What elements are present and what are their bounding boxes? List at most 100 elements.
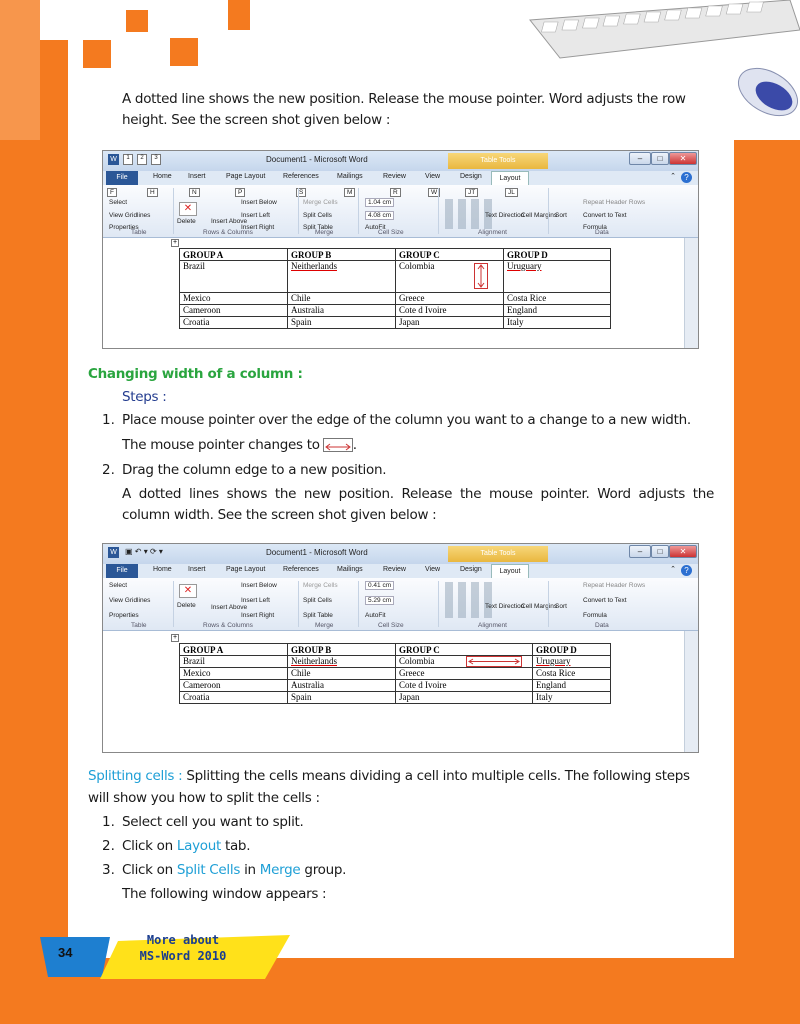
sort-button[interactable]: Sort xyxy=(555,212,567,219)
insert-below-button[interactable]: Insert Below xyxy=(241,582,277,589)
caret-up-icon[interactable]: ⌃ xyxy=(670,172,676,180)
minimize-button[interactable]: – xyxy=(629,545,651,558)
table-cell: Italy xyxy=(503,316,611,329)
tab-review[interactable]: Review xyxy=(383,566,406,573)
help-icon[interactable]: ? xyxy=(681,565,692,576)
group-separator xyxy=(438,581,439,627)
alignment-grid-icon[interactable] xyxy=(445,582,495,618)
table-header: GROUP D xyxy=(503,248,611,261)
word-app-icon: W xyxy=(108,547,119,558)
split-cells-button[interactable]: Split Cells xyxy=(303,597,332,604)
table-move-handle-icon[interactable]: + xyxy=(171,239,179,247)
convert-to-text-button[interactable]: Convert to Text xyxy=(583,597,627,604)
cell-margins-button[interactable]: Cell Margins xyxy=(521,603,557,610)
delete-button[interactable]: Delete xyxy=(177,602,196,609)
sort-button[interactable]: Sort xyxy=(555,603,567,610)
tab-file[interactable]: File xyxy=(106,564,138,578)
table-cell: Croatia xyxy=(179,691,288,704)
table-cell: Costa Rice xyxy=(532,667,611,680)
group-label-data: Data xyxy=(595,622,609,629)
table-cell: Neitherlands xyxy=(287,260,396,293)
tab-view[interactable]: View xyxy=(425,566,440,573)
table-cell: England xyxy=(532,679,611,692)
tab-mailings[interactable]: Mailings xyxy=(337,566,363,573)
merge-cells-button[interactable]: Merge Cells xyxy=(303,582,338,589)
paragraph-line: will show you how to split the cells : xyxy=(88,790,320,806)
caret-up-icon[interactable]: ⌃ xyxy=(670,565,676,573)
group-separator xyxy=(358,188,359,234)
ribbon-tabs: File Home Insert Page Layout References … xyxy=(103,171,698,185)
close-button[interactable]: ✕ xyxy=(669,152,697,165)
step-number: 1. xyxy=(102,412,115,428)
tab-design[interactable]: Design xyxy=(460,566,482,573)
column-width-input[interactable]: 4.08 cm xyxy=(365,211,395,220)
maximize-button[interactable]: □ xyxy=(651,545,669,558)
properties-button[interactable]: Properties xyxy=(109,612,139,619)
decor-square xyxy=(126,10,148,32)
maximize-button[interactable]: □ xyxy=(651,152,669,165)
cell-margins-button[interactable]: Cell Margins xyxy=(521,212,557,219)
view-gridlines-button[interactable]: View Gridlines xyxy=(109,597,150,604)
keytip-p: P xyxy=(235,188,246,197)
delete-button[interactable]: Delete xyxy=(177,218,196,225)
tab-home[interactable]: Home xyxy=(153,566,172,573)
tab-design[interactable]: Design xyxy=(460,173,482,180)
help-icon[interactable]: ? xyxy=(681,172,692,183)
table-move-handle-icon[interactable]: + xyxy=(171,634,179,642)
autofit-button[interactable]: AutoFit xyxy=(365,612,386,619)
keytip-h: H xyxy=(147,188,158,197)
vertical-scrollbar[interactable] xyxy=(684,238,698,348)
tab-page-layout[interactable]: Page Layout xyxy=(226,566,265,573)
tab-insert[interactable]: Insert xyxy=(188,566,206,573)
table-cell: Japan xyxy=(395,316,504,329)
group-separator xyxy=(358,581,359,627)
tab-page-layout[interactable]: Page Layout xyxy=(226,173,265,180)
minimize-button[interactable]: – xyxy=(629,152,651,165)
title-bar: W 1 2 3 Document1 - Microsoft Word Table… xyxy=(103,151,698,171)
text-direction-button[interactable]: Text Direction xyxy=(485,603,524,610)
formula-button[interactable]: Formula xyxy=(583,612,607,619)
table-cell: Neitherlands xyxy=(287,655,396,668)
table-header: GROUP B xyxy=(287,643,396,656)
step-number: 2. xyxy=(102,462,115,478)
select-button[interactable]: Select xyxy=(109,582,127,589)
split-table-button[interactable]: Split Table xyxy=(303,612,333,619)
group-separator xyxy=(173,581,174,627)
tab-references[interactable]: References xyxy=(283,173,319,180)
tab-mailings[interactable]: Mailings xyxy=(337,173,363,180)
ribbon-layout: Select View Gridlines Properties Table ✕… xyxy=(103,578,698,631)
quick-access-save-icon[interactable]: ▣ ↶ ▾ ⟳ ▾ xyxy=(125,547,163,556)
vertical-scrollbar[interactable] xyxy=(684,631,698,752)
tab-home[interactable]: Home xyxy=(153,173,172,180)
select-button[interactable]: Select xyxy=(109,199,127,206)
insert-below-button[interactable]: Insert Below xyxy=(241,199,277,206)
tab-review[interactable]: Review xyxy=(383,173,406,180)
row-height-input[interactable]: 0.41 cm xyxy=(365,581,395,590)
table-tools-label: Table Tools xyxy=(448,546,548,562)
table-cell: Uruguary xyxy=(503,260,611,293)
merge-cells-button[interactable]: Merge Cells xyxy=(303,199,338,206)
tab-layout[interactable]: Layout xyxy=(491,564,529,578)
text-direction-button[interactable]: Text Direction xyxy=(485,212,524,219)
insert-left-button[interactable]: Insert Left xyxy=(241,597,270,604)
insert-above-button[interactable]: Insert Above xyxy=(211,604,247,611)
view-gridlines-button[interactable]: View Gridlines xyxy=(109,212,150,219)
tab-view[interactable]: View xyxy=(425,173,440,180)
tab-insert[interactable]: Insert xyxy=(188,173,206,180)
column-width-input[interactable]: 5.29 cm xyxy=(365,596,395,605)
repeat-header-rows-button[interactable]: Repeat Header Rows xyxy=(583,199,645,206)
tab-references[interactable]: References xyxy=(283,566,319,573)
tab-file[interactable]: File xyxy=(106,171,138,185)
table-header: GROUP A xyxy=(179,248,288,261)
title-bar: W ▣ ↶ ▾ ⟳ ▾ Document1 - Microsoft Word T… xyxy=(103,544,698,564)
tab-layout[interactable]: Layout xyxy=(491,171,529,185)
split-cells-button[interactable]: Split Cells xyxy=(303,212,332,219)
convert-to-text-button[interactable]: Convert to Text xyxy=(583,212,627,219)
repeat-header-rows-button[interactable]: Repeat Header Rows xyxy=(583,582,645,589)
row-height-input[interactable]: 1.04 cm xyxy=(365,198,395,207)
close-button[interactable]: ✕ xyxy=(669,545,697,558)
keytip-r: R xyxy=(390,188,401,197)
insert-right-button[interactable]: Insert Right xyxy=(241,612,274,619)
window-title: Document1 - Microsoft Word xyxy=(266,548,368,557)
insert-left-button[interactable]: Insert Left xyxy=(241,212,270,219)
